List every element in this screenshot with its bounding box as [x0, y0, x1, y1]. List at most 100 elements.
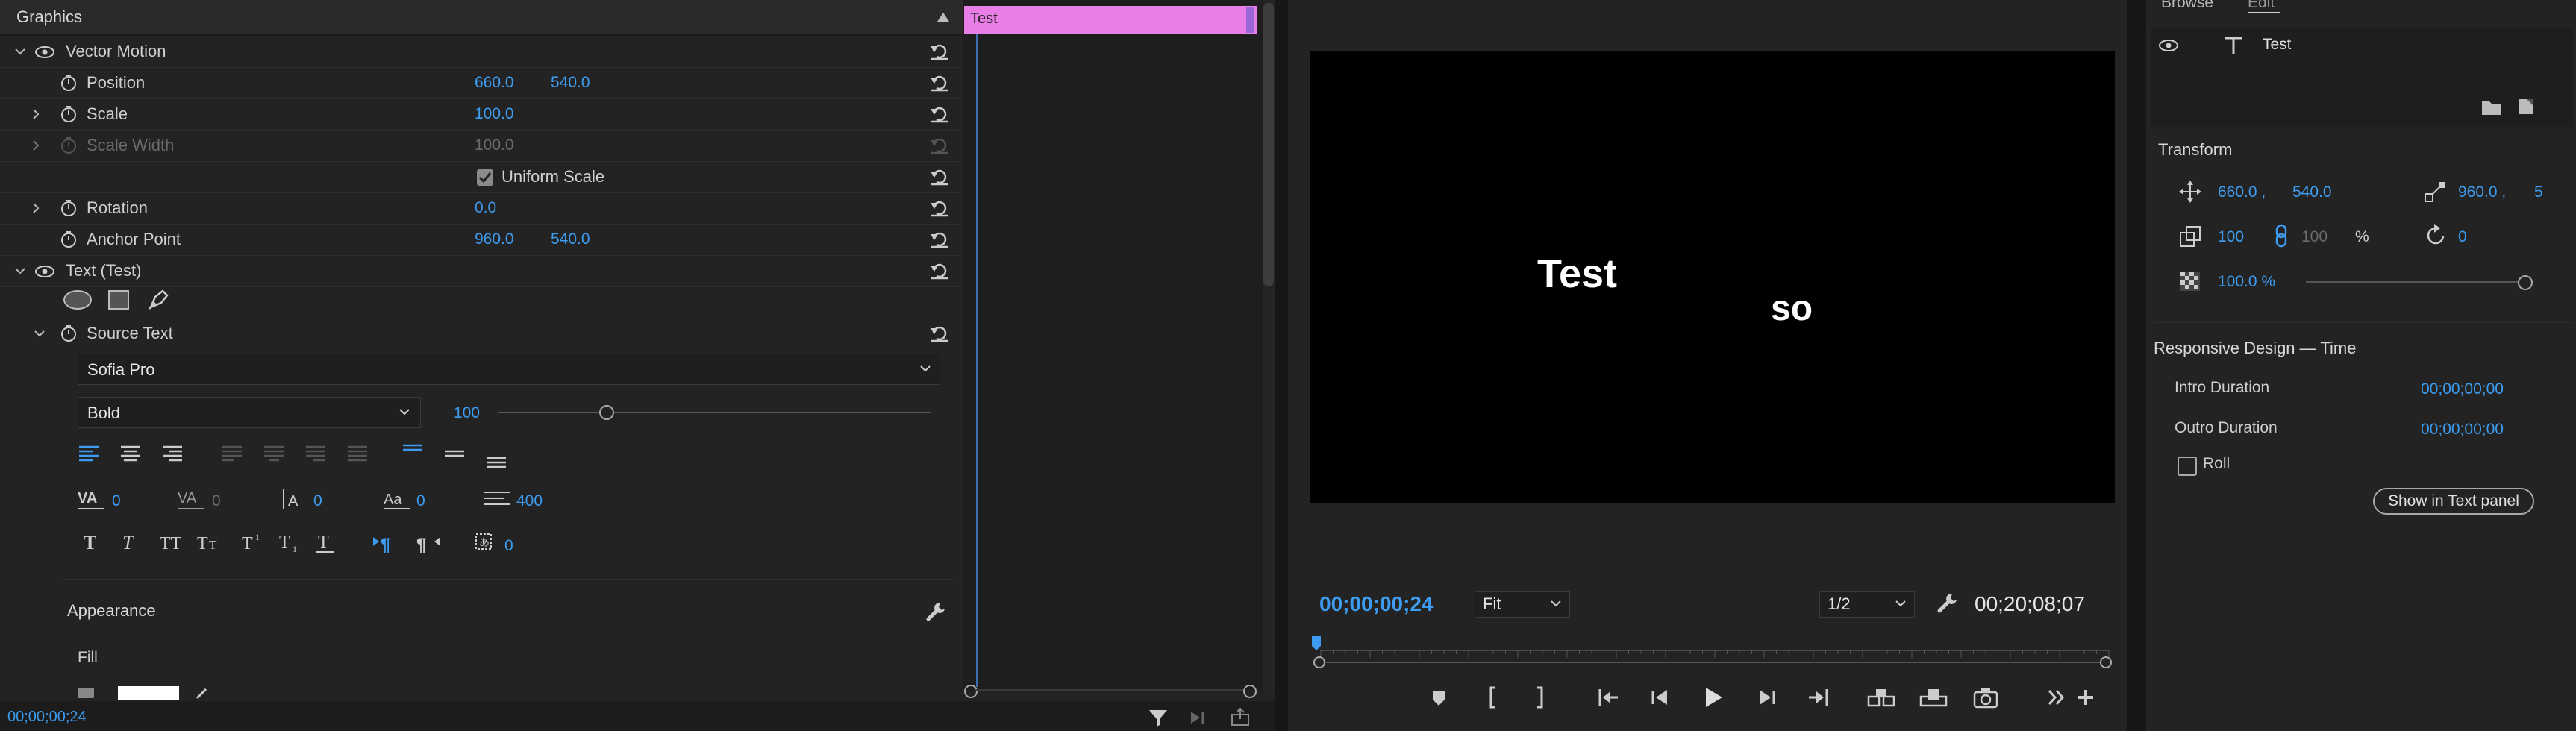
resolution-dropdown[interactable]: 1/2	[1819, 591, 1915, 618]
go-to-out-icon[interactable]	[1806, 688, 1830, 707]
eg-rotation[interactable]: 0	[2458, 228, 2467, 246]
step-forward-icon[interactable]	[1757, 688, 1778, 707]
overwrite-icon[interactable]	[1919, 686, 1948, 709]
reset-icon[interactable]	[929, 198, 950, 218]
position-y-value[interactable]: 540.0	[551, 67, 590, 98]
go-to-in-icon[interactable]	[1597, 688, 1621, 707]
eg-anchor-x[interactable]: 960.0 ,	[2458, 183, 2506, 201]
camera-icon[interactable]	[1973, 686, 1998, 709]
graphics-layers-list[interactable]: Test	[2151, 28, 2573, 127]
subscript-icon[interactable]: T1	[278, 531, 304, 553]
reset-icon[interactable]	[929, 73, 950, 92]
text-layer-row[interactable]: Text (Test)	[0, 255, 963, 287]
font-style-dropdown[interactable]: Bold	[78, 397, 421, 428]
eg-scale[interactable]: 100	[2218, 228, 2244, 246]
intro-duration-value[interactable]: 00;00;00;00	[2421, 380, 2504, 398]
faux-bold-icon[interactable]: T	[82, 531, 104, 553]
reset-icon[interactable]	[929, 261, 950, 280]
vector-motion-row[interactable]: Vector Motion	[0, 36, 963, 68]
opacity-slider-track[interactable]	[2306, 281, 2525, 283]
rectangle-mask-icon[interactable]	[107, 289, 130, 310]
panel-divider[interactable]	[2127, 0, 2146, 731]
anchor-y-value[interactable]: 540.0	[551, 224, 590, 255]
fill-checkbox[interactable]	[78, 688, 94, 698]
uniform-scale-checkbox[interactable]	[476, 169, 494, 186]
roll-checkbox[interactable]	[2178, 457, 2197, 476]
tab-width-value[interactable]: 400	[516, 492, 543, 510]
stopwatch-icon[interactable]	[60, 74, 78, 92]
tab-edit[interactable]: Edit	[2248, 0, 2275, 12]
insert-icon[interactable]	[1867, 686, 1895, 709]
layer-name[interactable]: Test	[2263, 36, 2292, 54]
chevron-down-icon[interactable]	[33, 327, 46, 340]
eyedropper-icon[interactable]	[194, 686, 209, 700]
all-caps-icon[interactable]: TT	[158, 531, 191, 553]
graphics-section-header[interactable]: Graphics	[0, 0, 963, 36]
reset-icon[interactable]	[929, 324, 950, 343]
overlay-text-so[interactable]: so	[1771, 288, 1813, 329]
fit-dropdown[interactable]: Fit	[1475, 591, 1570, 618]
small-caps-icon[interactable]: TT	[196, 531, 228, 553]
stopwatch-icon[interactable]	[60, 324, 78, 342]
export-icon[interactable]	[1230, 707, 1252, 728]
leading-value[interactable]: 0	[313, 492, 322, 510]
ellipse-mask-icon[interactable]	[63, 289, 93, 310]
tab-browse[interactable]: Browse	[2161, 0, 2213, 12]
pen-mask-icon[interactable]	[146, 288, 170, 312]
font-size-value[interactable]: 100	[454, 404, 480, 422]
monitor-time-ruler[interactable]	[1310, 636, 2115, 673]
position-x-value[interactable]: 660.0	[475, 67, 514, 98]
eye-icon[interactable]	[2158, 39, 2179, 52]
clip-end-handle[interactable]	[1246, 7, 1254, 33]
reset-icon[interactable]	[929, 167, 950, 186]
font-dropdown[interactable]: Sofia Pro	[78, 354, 940, 385]
chevron-down-icon[interactable]	[13, 45, 27, 58]
play-icon[interactable]	[1703, 686, 1724, 709]
eg-scale-width[interactable]: 100	[2301, 228, 2328, 246]
timeline-playhead[interactable]	[976, 34, 978, 687]
current-time[interactable]: 00;00;00;24	[7, 709, 87, 726]
eg-opacity[interactable]: 100.0 %	[2218, 273, 2275, 291]
reset-icon[interactable]	[929, 230, 950, 249]
font-size-slider-thumb[interactable]	[599, 405, 614, 420]
align-top-icon[interactable]	[401, 443, 424, 458]
rotation-value[interactable]: 0.0	[475, 192, 496, 224]
align-middle-icon[interactable]	[443, 448, 466, 462]
more-controls-icon[interactable]	[2046, 688, 2067, 707]
fill-color-swatch[interactable]	[118, 686, 179, 700]
eg-position-y[interactable]: 540.0	[2292, 183, 2332, 201]
reset-icon[interactable]	[929, 42, 950, 61]
ltr-direction-icon[interactable]: ¶	[372, 533, 398, 553]
program-video-frame[interactable]: Test so	[1310, 51, 2115, 503]
kerning-value[interactable]: 0	[112, 492, 121, 510]
faux-italic-icon[interactable]: T	[119, 531, 142, 553]
stopwatch-icon[interactable]	[60, 105, 78, 123]
align-bottom-icon[interactable]	[485, 452, 507, 470]
mark-in-icon[interactable]	[1485, 686, 1500, 709]
chevron-down-icon[interactable]	[13, 264, 27, 277]
chevron-right-icon[interactable]	[30, 139, 42, 152]
link-icon[interactable]	[2275, 224, 2288, 248]
wrench-icon[interactable]	[925, 600, 948, 622]
step-back-icon[interactable]	[1649, 688, 1670, 707]
chevron-right-icon[interactable]	[30, 107, 42, 121]
eye-icon[interactable]	[34, 46, 55, 59]
effect-timeline[interactable]	[963, 0, 1265, 690]
timeline-clip[interactable]: Test	[964, 6, 1257, 34]
underline-icon[interactable]: T	[315, 531, 337, 553]
show-in-text-panel-button[interactable]: Show in Text panel	[2373, 488, 2534, 515]
chevron-right-icon[interactable]	[30, 201, 42, 215]
align-center-icon[interactable]	[119, 445, 142, 462]
add-marker-icon[interactable]	[1430, 688, 1448, 709]
tracking-value[interactable]: 0	[212, 492, 221, 510]
stopwatch-icon[interactable]	[60, 230, 78, 248]
eye-icon[interactable]	[34, 265, 55, 278]
folder-icon[interactable]	[2480, 98, 2503, 116]
opacity-slider-thumb[interactable]	[2518, 275, 2533, 290]
align-right-icon[interactable]	[161, 445, 184, 462]
panel-divider[interactable]	[1275, 0, 1288, 731]
scale-value[interactable]: 100.0	[475, 98, 514, 130]
scrollbar-thumb[interactable]	[1263, 3, 1274, 286]
eg-anchor-y[interactable]: 5	[2534, 183, 2543, 201]
superscript-icon[interactable]: T1	[240, 531, 267, 553]
